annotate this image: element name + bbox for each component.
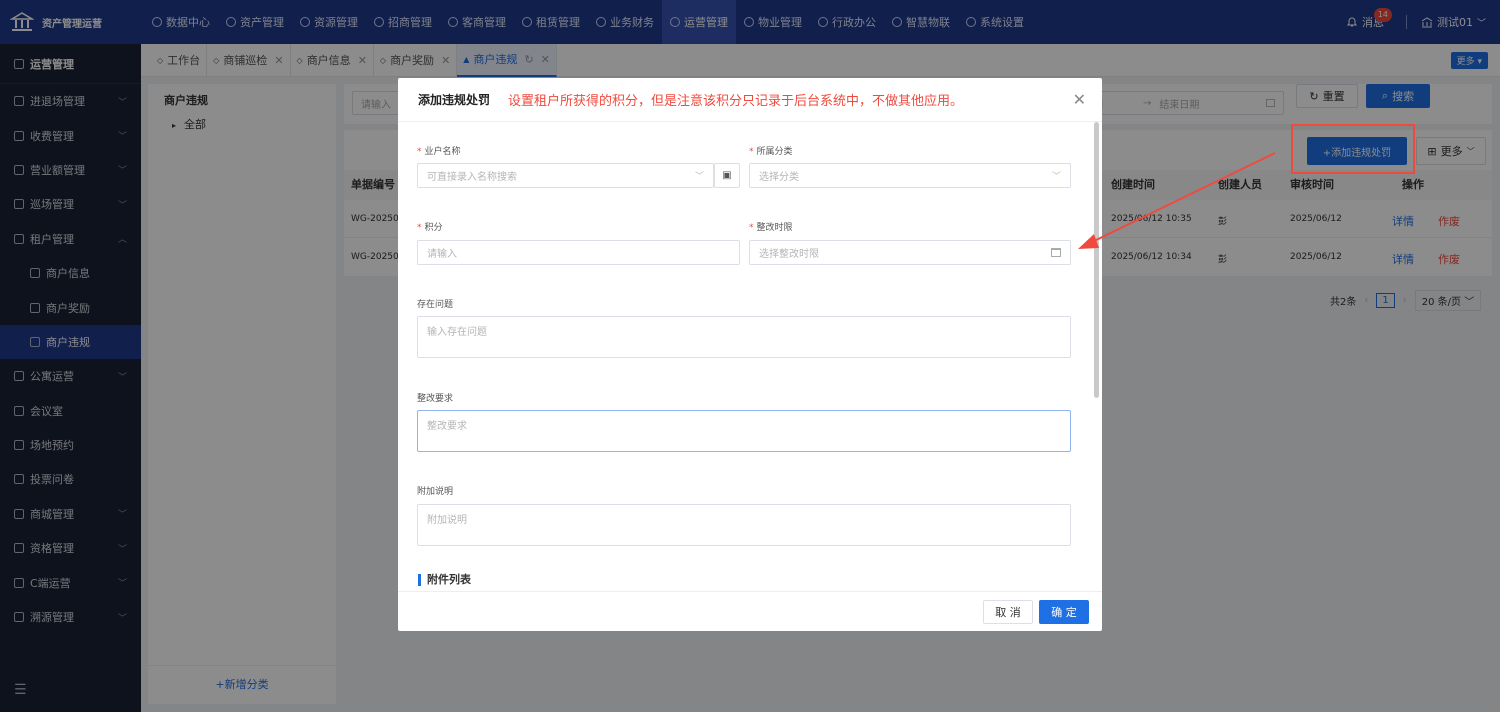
category-select[interactable]: 选择分类 ﹀ — [749, 163, 1071, 188]
merchant-placeholder: 可直接录入名称搜索 — [427, 172, 517, 183]
deadline-label: * 整改时限 — [749, 223, 793, 233]
calendar-icon — [1051, 248, 1061, 257]
dialog-header: 添加违规处罚 设置租户所获得的积分，但是注意该积分只记录于后台系统中，不做其他应… — [398, 78, 1102, 122]
dialog-title: 添加违规处罚 — [418, 93, 491, 107]
add-violation-dialog: 添加违规处罚 设置租户所获得的积分，但是注意该积分只记录于后台系统中，不做其他应… — [398, 78, 1102, 631]
note-placeholder: 附加说明 — [427, 515, 467, 526]
merchant-label-text: 业户名称 — [424, 147, 461, 157]
annotation-note: 设置租户所获得的积分，但是注意该积分只记录于后台系统中，不做其他应用。 — [508, 94, 964, 109]
category-label: * 所属分类 — [749, 147, 793, 157]
deadline-date-picker[interactable]: 选择整改时限 — [749, 240, 1071, 265]
category-placeholder: 选择分类 — [759, 172, 799, 183]
requirement-label: 整改要求 — [417, 394, 454, 404]
merchant-picker-button[interactable]: ▣ — [714, 163, 740, 188]
requirement-textarea[interactable]: 整改要求 — [417, 410, 1071, 452]
cancel-button[interactable]: 取 消 — [983, 600, 1033, 624]
issue-label: 存在问题 — [417, 300, 454, 310]
dialog-footer: 取 消 确 定 — [398, 591, 1102, 631]
chevron-down-icon: ﹀ — [694, 172, 704, 182]
note-label: 附加说明 — [417, 487, 454, 497]
dialog-scrollbar[interactable] — [1094, 122, 1099, 398]
points-placeholder: 请输入 — [427, 249, 457, 260]
category-label-text: 所属分类 — [756, 147, 793, 157]
note-textarea[interactable]: 附加说明 — [417, 504, 1071, 546]
close-icon[interactable]: ✕ — [1073, 90, 1086, 109]
requirement-placeholder: 整改要求 — [427, 421, 467, 432]
clipboard-icon: ▣ — [722, 170, 732, 181]
points-input[interactable]: 请输入 — [417, 240, 740, 265]
points-label: * 积分 — [417, 223, 443, 233]
confirm-button[interactable]: 确 定 — [1039, 600, 1089, 624]
points-label-text: 积分 — [424, 223, 443, 233]
deadline-placeholder: 选择整改时限 — [759, 249, 819, 260]
attachments-section-title: 附件列表 — [418, 574, 471, 586]
deadline-label-text: 整改时限 — [756, 223, 793, 233]
merchant-search-input[interactable]: 可直接录入名称搜索 ﹀ — [417, 163, 714, 188]
merchant-label: * 业户名称 — [417, 147, 461, 157]
chevron-down-icon: ﹀ — [1051, 172, 1061, 182]
issue-textarea[interactable]: 输入存在问题 — [417, 316, 1071, 358]
issue-placeholder: 输入存在问题 — [427, 327, 487, 338]
highlight-box — [1291, 124, 1415, 174]
